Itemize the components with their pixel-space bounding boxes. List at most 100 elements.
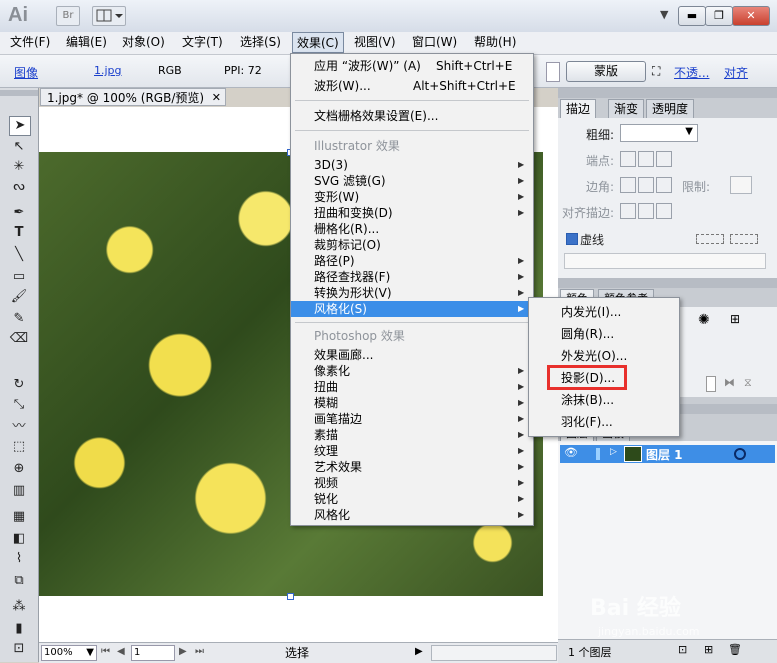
- expand-layer-icon[interactable]: ▷: [610, 447, 617, 457]
- close-document-icon[interactable]: ✕: [212, 89, 221, 107]
- align-link[interactable]: 对齐: [724, 64, 748, 81]
- layer-name[interactable]: 图层 1: [646, 446, 683, 463]
- bridge-button[interactable]: Br: [56, 6, 80, 26]
- panel-toggle-icon[interactable]: ▼: [660, 8, 668, 21]
- scale-tool-icon[interactable]: ⤡: [9, 396, 29, 414]
- document-tab[interactable]: 1.jpg* @ 100% (RGB/预览) ✕: [40, 88, 226, 106]
- magic-wand-tool-icon[interactable]: ✳: [9, 158, 29, 176]
- dash-style-preview[interactable]: [730, 234, 758, 244]
- menu-item-crop-marks[interactable]: 裁剪标记(O): [291, 237, 533, 253]
- status-menu-arrow[interactable]: ▶: [415, 646, 423, 657]
- menu-item-pathfinder[interactable]: 路径查找器(F) ▶: [291, 269, 533, 285]
- dashed-checkbox[interactable]: [566, 233, 578, 245]
- menu-item-last-effect[interactable]: 波形(W)... Alt+Shift+Ctrl+E: [291, 78, 533, 94]
- symbol-sprayer-tool-icon[interactable]: ⁂: [9, 598, 29, 616]
- blend-tool-icon[interactable]: ⧉: [9, 572, 29, 590]
- submenu-item-round-corners[interactable]: 圆角(R)...: [529, 324, 679, 344]
- direct-selection-tool-icon[interactable]: ↖: [9, 138, 29, 156]
- dash-gap-fields[interactable]: [564, 253, 766, 269]
- delete-layer-icon[interactable]: 🗑: [728, 643, 742, 656]
- linked-file-link[interactable]: 1.jpg: [94, 64, 122, 77]
- menu-item-distort[interactable]: 扭曲 ▶: [291, 379, 533, 395]
- menu-help[interactable]: 帮助(H): [470, 32, 520, 52]
- menu-item-apply-last[interactable]: 应用 “波形(W)” (A) Shift+Ctrl+E: [291, 58, 533, 74]
- menu-item-sharpen[interactable]: 锐化 ▶: [291, 491, 533, 507]
- menu-select[interactable]: 选择(S): [236, 32, 285, 52]
- page-select[interactable]: 1: [131, 645, 175, 661]
- tab-transparency[interactable]: 透明度: [646, 99, 695, 118]
- menu-item-brush-strokes[interactable]: 画笔描边 ▶: [291, 411, 533, 427]
- recolor-icon[interactable]: ✺: [698, 312, 710, 328]
- menu-item-texture[interactable]: 纹理 ▶: [291, 443, 533, 459]
- menu-item-effect-gallery[interactable]: 效果画廊...: [291, 347, 533, 363]
- mask-button[interactable]: 蒙版: [566, 61, 646, 82]
- tools-panel-grip[interactable]: [0, 90, 38, 96]
- menu-item-pixelate[interactable]: 像素化 ▶: [291, 363, 533, 379]
- transform-icon[interactable]: ⛶: [652, 64, 660, 79]
- cap-butt-button[interactable]: [620, 151, 636, 167]
- weight-select[interactable]: ▼: [620, 124, 698, 142]
- free-transform-tool-icon[interactable]: ⬚: [9, 438, 29, 456]
- align-outside-button[interactable]: [656, 203, 672, 219]
- menu-view[interactable]: 视图(V): [350, 32, 400, 52]
- next-page-icon[interactable]: ▶: [179, 646, 187, 657]
- type-tool-icon[interactable]: T: [9, 224, 29, 242]
- mesh-tool-icon[interactable]: ▦: [9, 508, 29, 526]
- submenu-item-outer-glow[interactable]: 外发光(O)...: [529, 346, 679, 366]
- object-type-link[interactable]: 图像: [14, 64, 38, 81]
- pen-tool-icon[interactable]: ✒: [9, 204, 29, 222]
- layer-row[interactable]: 👁 ▷ 图层 1: [560, 445, 775, 463]
- restore-button[interactable]: ❐: [705, 6, 733, 26]
- corner-miter-button[interactable]: [620, 177, 636, 193]
- color-spinner[interactable]: [706, 376, 716, 392]
- menu-window[interactable]: 窗口(W): [408, 32, 461, 52]
- tab-gradient[interactable]: 渐变: [608, 99, 645, 118]
- eraser-tool-icon[interactable]: ⌫: [9, 330, 29, 348]
- target-icon[interactable]: [734, 448, 746, 460]
- line-tool-icon[interactable]: ╲: [9, 246, 29, 264]
- menu-item-artistic[interactable]: 艺术效果 ▶: [291, 459, 533, 475]
- submenu-item-inner-glow[interactable]: 内发光(I)...: [529, 302, 679, 322]
- gradient-tool-icon[interactable]: ◧: [9, 530, 29, 548]
- menu-item-distort-transform[interactable]: 扭曲和变换(D) ▶: [291, 205, 533, 221]
- panel-dock-header[interactable]: [558, 278, 777, 288]
- menu-item-path[interactable]: 路径(P) ▶: [291, 253, 533, 269]
- new-swatch-icon[interactable]: ⊞: [730, 312, 740, 326]
- dash-style-preview[interactable]: [696, 234, 724, 244]
- menu-item-stylize-photoshop[interactable]: 风格化 ▶: [291, 507, 533, 523]
- menu-item-video[interactable]: 视频 ▶: [291, 475, 533, 491]
- menu-object[interactable]: 对象(O): [118, 32, 169, 52]
- panel-dock-header[interactable]: [558, 88, 777, 98]
- menu-item-raster-settings[interactable]: 文档栅格效果设置(E)...: [291, 108, 533, 124]
- corner-round-button[interactable]: [638, 177, 654, 193]
- paintbrush-tool-icon[interactable]: 🖌: [9, 288, 29, 306]
- submenu-item-feather[interactable]: 羽化(F)...: [529, 412, 679, 432]
- visibility-eye-icon[interactable]: 👁: [564, 446, 578, 459]
- new-layer-icon[interactable]: ⊞: [704, 643, 713, 656]
- menu-item-warp[interactable]: 变形(W) ▶: [291, 189, 533, 205]
- first-page-icon[interactable]: ⏮: [101, 646, 110, 657]
- menu-type[interactable]: 文字(T): [178, 32, 227, 52]
- selection-handle[interactable]: [287, 593, 294, 600]
- corner-bevel-button[interactable]: [656, 177, 672, 193]
- opacity-link[interactable]: 不透...: [674, 64, 709, 81]
- limit-input[interactable]: [730, 176, 752, 194]
- artboard-tool-icon[interactable]: ⊡: [9, 640, 29, 658]
- last-page-icon[interactable]: ⏭: [195, 646, 204, 657]
- tab-stroke[interactable]: 描边: [560, 99, 597, 118]
- menu-item-blur[interactable]: 模糊 ▶: [291, 395, 533, 411]
- menu-item-stylize-illustrator[interactable]: 风格化(S) ▶: [291, 301, 533, 317]
- minimize-button[interactable]: ▬: [678, 6, 706, 26]
- control-dropdown[interactable]: [546, 62, 560, 82]
- arrange-documents-button[interactable]: [92, 6, 126, 26]
- menu-item-rasterize[interactable]: 栅格化(R)...: [291, 221, 533, 237]
- menu-item-3d[interactable]: 3D(3) ▶: [291, 157, 533, 173]
- menu-file[interactable]: 文件(F): [6, 32, 54, 52]
- menu-item-svg-filters[interactable]: SVG 滤镜(G) ▶: [291, 173, 533, 189]
- selection-tool-icon[interactable]: ➤: [9, 116, 31, 136]
- horizontal-scrollbar[interactable]: [431, 645, 557, 661]
- warp-tool-icon[interactable]: 〰: [9, 418, 29, 436]
- menu-edit[interactable]: 编辑(E): [62, 32, 111, 52]
- swap-icon[interactable]: ⧓: [724, 376, 735, 389]
- new-sublayer-icon[interactable]: ⊡: [678, 643, 687, 656]
